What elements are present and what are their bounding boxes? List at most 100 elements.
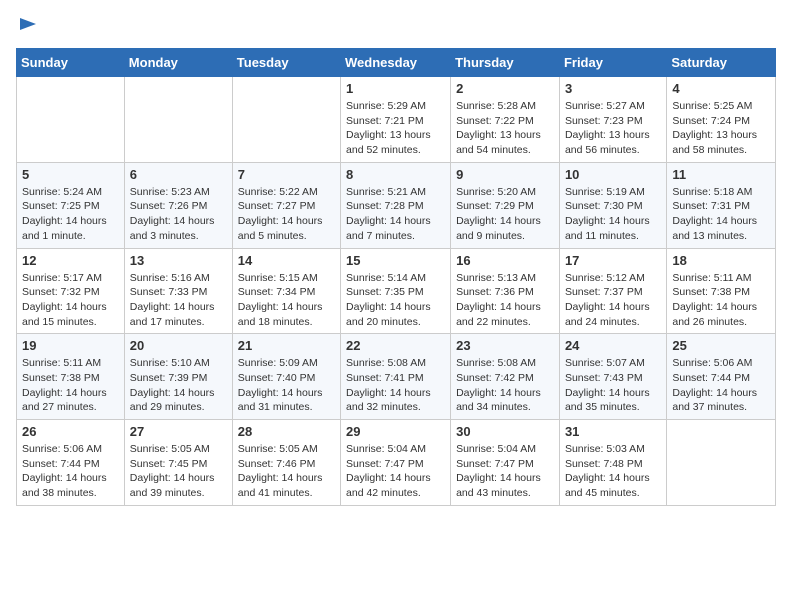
day-cell: 23 Sunrise: 5:08 AMSunset: 7:42 PMDaylig…: [451, 334, 560, 420]
header-row: SundayMondayTuesdayWednesdayThursdayFrid…: [17, 49, 776, 77]
day-number: 12: [22, 253, 119, 268]
day-cell: 29 Sunrise: 5:04 AMSunset: 7:47 PMDaylig…: [341, 420, 451, 506]
day-cell: 19 Sunrise: 5:11 AMSunset: 7:38 PMDaylig…: [17, 334, 125, 420]
day-cell: 8 Sunrise: 5:21 AMSunset: 7:28 PMDayligh…: [341, 162, 451, 248]
day-info: Sunrise: 5:10 AMSunset: 7:39 PMDaylight:…: [130, 356, 227, 415]
day-number: 2: [456, 81, 554, 96]
day-info: Sunrise: 5:11 AMSunset: 7:38 PMDaylight:…: [672, 271, 770, 330]
day-info: Sunrise: 5:03 AMSunset: 7:48 PMDaylight:…: [565, 442, 661, 501]
day-number: 3: [565, 81, 661, 96]
col-header-saturday: Saturday: [667, 49, 776, 77]
day-cell: 7 Sunrise: 5:22 AMSunset: 7:27 PMDayligh…: [232, 162, 340, 248]
day-cell: 20 Sunrise: 5:10 AMSunset: 7:39 PMDaylig…: [124, 334, 232, 420]
day-number: 14: [238, 253, 335, 268]
day-cell: 27 Sunrise: 5:05 AMSunset: 7:45 PMDaylig…: [124, 420, 232, 506]
logo-flag-icon: [18, 16, 38, 36]
day-info: Sunrise: 5:05 AMSunset: 7:45 PMDaylight:…: [130, 442, 227, 501]
day-info: Sunrise: 5:13 AMSunset: 7:36 PMDaylight:…: [456, 271, 554, 330]
day-number: 11: [672, 167, 770, 182]
week-row-2: 5 Sunrise: 5:24 AMSunset: 7:25 PMDayligh…: [17, 162, 776, 248]
day-cell: 22 Sunrise: 5:08 AMSunset: 7:41 PMDaylig…: [341, 334, 451, 420]
calendar-table: SundayMondayTuesdayWednesdayThursdayFrid…: [16, 48, 776, 506]
day-number: 6: [130, 167, 227, 182]
day-number: 26: [22, 424, 119, 439]
day-cell: 24 Sunrise: 5:07 AMSunset: 7:43 PMDaylig…: [559, 334, 666, 420]
day-info: Sunrise: 5:15 AMSunset: 7:34 PMDaylight:…: [238, 271, 335, 330]
day-cell: 5 Sunrise: 5:24 AMSunset: 7:25 PMDayligh…: [17, 162, 125, 248]
col-header-friday: Friday: [559, 49, 666, 77]
day-number: 31: [565, 424, 661, 439]
page-header: [16, 16, 776, 36]
day-info: Sunrise: 5:19 AMSunset: 7:30 PMDaylight:…: [565, 185, 661, 244]
day-number: 28: [238, 424, 335, 439]
day-number: 25: [672, 338, 770, 353]
day-cell: 11 Sunrise: 5:18 AMSunset: 7:31 PMDaylig…: [667, 162, 776, 248]
day-info: Sunrise: 5:09 AMSunset: 7:40 PMDaylight:…: [238, 356, 335, 415]
day-number: 24: [565, 338, 661, 353]
day-number: 17: [565, 253, 661, 268]
day-number: 18: [672, 253, 770, 268]
day-info: Sunrise: 5:27 AMSunset: 7:23 PMDaylight:…: [565, 99, 661, 158]
day-info: Sunrise: 5:08 AMSunset: 7:41 PMDaylight:…: [346, 356, 445, 415]
col-header-sunday: Sunday: [17, 49, 125, 77]
day-cell: 14 Sunrise: 5:15 AMSunset: 7:34 PMDaylig…: [232, 248, 340, 334]
day-cell: [232, 77, 340, 163]
day-number: 9: [456, 167, 554, 182]
day-info: Sunrise: 5:17 AMSunset: 7:32 PMDaylight:…: [22, 271, 119, 330]
day-cell: 6 Sunrise: 5:23 AMSunset: 7:26 PMDayligh…: [124, 162, 232, 248]
week-row-4: 19 Sunrise: 5:11 AMSunset: 7:38 PMDaylig…: [17, 334, 776, 420]
day-cell: 1 Sunrise: 5:29 AMSunset: 7:21 PMDayligh…: [341, 77, 451, 163]
day-info: Sunrise: 5:24 AMSunset: 7:25 PMDaylight:…: [22, 185, 119, 244]
day-info: Sunrise: 5:29 AMSunset: 7:21 PMDaylight:…: [346, 99, 445, 158]
day-cell: 9 Sunrise: 5:20 AMSunset: 7:29 PMDayligh…: [451, 162, 560, 248]
day-cell: [17, 77, 125, 163]
day-info: Sunrise: 5:18 AMSunset: 7:31 PMDaylight:…: [672, 185, 770, 244]
day-cell: [667, 420, 776, 506]
day-number: 13: [130, 253, 227, 268]
day-number: 4: [672, 81, 770, 96]
day-number: 29: [346, 424, 445, 439]
day-cell: 31 Sunrise: 5:03 AMSunset: 7:48 PMDaylig…: [559, 420, 666, 506]
day-cell: 30 Sunrise: 5:04 AMSunset: 7:47 PMDaylig…: [451, 420, 560, 506]
day-info: Sunrise: 5:23 AMSunset: 7:26 PMDaylight:…: [130, 185, 227, 244]
day-number: 22: [346, 338, 445, 353]
day-number: 10: [565, 167, 661, 182]
day-number: 21: [238, 338, 335, 353]
day-number: 16: [456, 253, 554, 268]
day-info: Sunrise: 5:06 AMSunset: 7:44 PMDaylight:…: [672, 356, 770, 415]
day-info: Sunrise: 5:16 AMSunset: 7:33 PMDaylight:…: [130, 271, 227, 330]
day-info: Sunrise: 5:11 AMSunset: 7:38 PMDaylight:…: [22, 356, 119, 415]
day-number: 1: [346, 81, 445, 96]
day-info: Sunrise: 5:04 AMSunset: 7:47 PMDaylight:…: [456, 442, 554, 501]
day-info: Sunrise: 5:12 AMSunset: 7:37 PMDaylight:…: [565, 271, 661, 330]
col-header-wednesday: Wednesday: [341, 49, 451, 77]
day-cell: 10 Sunrise: 5:19 AMSunset: 7:30 PMDaylig…: [559, 162, 666, 248]
day-number: 19: [22, 338, 119, 353]
day-info: Sunrise: 5:08 AMSunset: 7:42 PMDaylight:…: [456, 356, 554, 415]
col-header-monday: Monday: [124, 49, 232, 77]
logo: [16, 16, 38, 36]
day-cell: 12 Sunrise: 5:17 AMSunset: 7:32 PMDaylig…: [17, 248, 125, 334]
day-info: Sunrise: 5:20 AMSunset: 7:29 PMDaylight:…: [456, 185, 554, 244]
day-info: Sunrise: 5:14 AMSunset: 7:35 PMDaylight:…: [346, 271, 445, 330]
week-row-3: 12 Sunrise: 5:17 AMSunset: 7:32 PMDaylig…: [17, 248, 776, 334]
day-number: 5: [22, 167, 119, 182]
day-info: Sunrise: 5:21 AMSunset: 7:28 PMDaylight:…: [346, 185, 445, 244]
logo-text: [16, 16, 38, 36]
day-info: Sunrise: 5:06 AMSunset: 7:44 PMDaylight:…: [22, 442, 119, 501]
day-cell: 26 Sunrise: 5:06 AMSunset: 7:44 PMDaylig…: [17, 420, 125, 506]
day-info: Sunrise: 5:28 AMSunset: 7:22 PMDaylight:…: [456, 99, 554, 158]
day-number: 27: [130, 424, 227, 439]
day-cell: 17 Sunrise: 5:12 AMSunset: 7:37 PMDaylig…: [559, 248, 666, 334]
day-cell: 28 Sunrise: 5:05 AMSunset: 7:46 PMDaylig…: [232, 420, 340, 506]
day-number: 30: [456, 424, 554, 439]
col-header-thursday: Thursday: [451, 49, 560, 77]
day-info: Sunrise: 5:05 AMSunset: 7:46 PMDaylight:…: [238, 442, 335, 501]
day-number: 20: [130, 338, 227, 353]
day-cell: 18 Sunrise: 5:11 AMSunset: 7:38 PMDaylig…: [667, 248, 776, 334]
day-info: Sunrise: 5:04 AMSunset: 7:47 PMDaylight:…: [346, 442, 445, 501]
day-info: Sunrise: 5:25 AMSunset: 7:24 PMDaylight:…: [672, 99, 770, 158]
day-info: Sunrise: 5:22 AMSunset: 7:27 PMDaylight:…: [238, 185, 335, 244]
day-cell: [124, 77, 232, 163]
week-row-5: 26 Sunrise: 5:06 AMSunset: 7:44 PMDaylig…: [17, 420, 776, 506]
